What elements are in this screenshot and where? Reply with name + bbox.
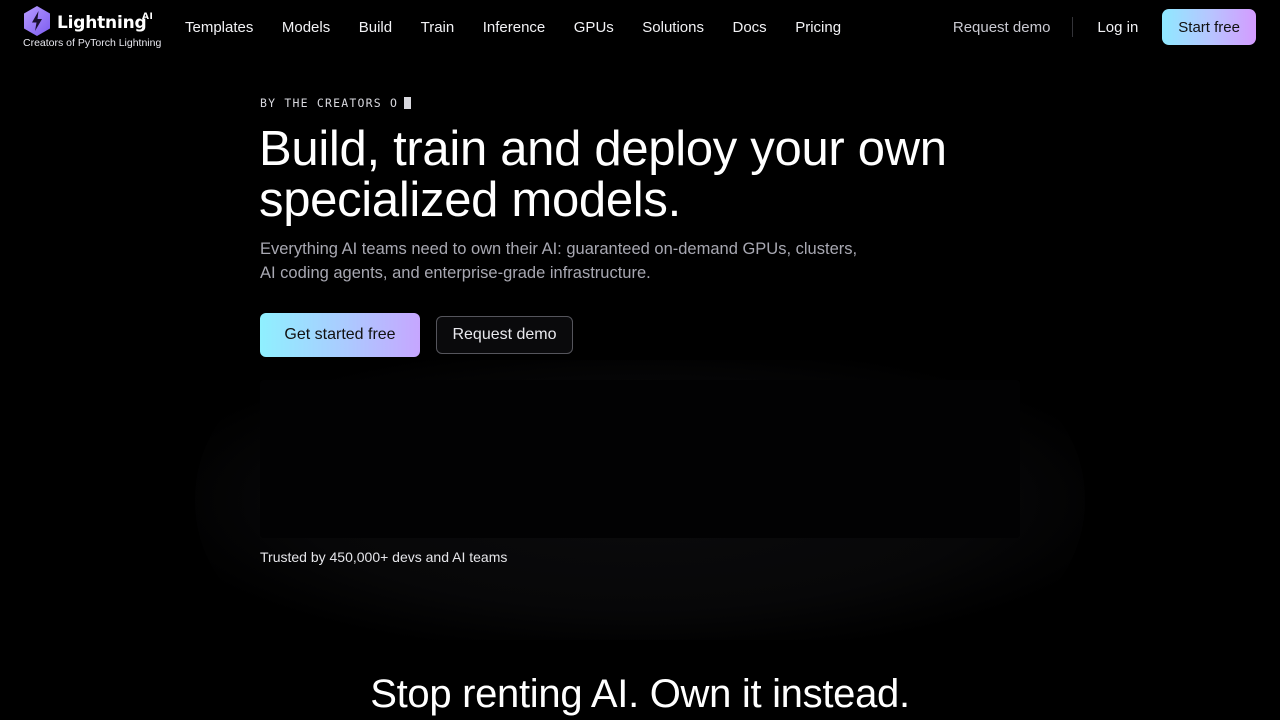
- nav-actions: Request demo Log in Start free: [953, 9, 1256, 45]
- nav-request-demo-link[interactable]: Request demo: [953, 19, 1051, 36]
- page: Lightning AI Creators of PyTorch Lightni…: [0, 0, 1280, 720]
- hero-title: Build, train and deploy your own special…: [259, 124, 1079, 226]
- nav-link-inference[interactable]: Inference: [483, 18, 546, 38]
- request-demo-button[interactable]: Request demo: [436, 316, 573, 354]
- logo-link[interactable]: Lightning AI Creators of PyTorch Lightni…: [23, 5, 163, 51]
- nav-link-models[interactable]: Models: [282, 18, 330, 38]
- hero-subtitle-line-2: AI coding agents, and enterprise-grade i…: [260, 264, 651, 282]
- login-link[interactable]: Log in: [1097, 19, 1138, 36]
- nav-link-gpus[interactable]: GPUs: [574, 18, 614, 38]
- hero-subtitle: Everything AI teams need to own their AI…: [260, 237, 880, 285]
- nav-divider: [1072, 17, 1074, 37]
- hero-title-line-1: Build, train and deploy your own: [259, 122, 947, 176]
- nav-link-train[interactable]: Train: [421, 18, 455, 38]
- lightning-logo-icon: [24, 6, 50, 36]
- get-started-free-button[interactable]: Get started free: [260, 313, 420, 357]
- hero-media-panel: [260, 380, 1020, 538]
- logo-tagline: Creators of PyTorch Lightning: [23, 37, 162, 49]
- hero-eyebrow: BY THE CREATORS O: [260, 96, 412, 110]
- top-navigation: Lightning AI Creators of PyTorch Lightni…: [0, 0, 1280, 57]
- logo-ai-badge: AI: [142, 12, 154, 22]
- nav-link-pricing[interactable]: Pricing: [795, 18, 841, 38]
- trusted-by-text: Trusted by 450,000+ devs and AI teams: [260, 549, 508, 565]
- hero-title-line-2: specialized models.: [259, 173, 681, 227]
- hero-eyebrow-text: BY THE CREATORS O: [260, 96, 399, 110]
- nav-link-build[interactable]: Build: [359, 18, 392, 38]
- logo-wordmark: Lightning: [57, 13, 147, 33]
- start-free-button[interactable]: Start free: [1162, 9, 1256, 45]
- nav-link-docs[interactable]: Docs: [733, 18, 767, 38]
- nav-links: Templates Models Build Train Inference G…: [185, 18, 870, 38]
- typing-cursor: [404, 97, 412, 109]
- hero-subtitle-line-1: Everything AI teams need to own their AI…: [260, 240, 858, 258]
- nav-link-solutions[interactable]: Solutions: [642, 18, 704, 38]
- section-title: Stop renting AI. Own it instead.: [370, 672, 910, 716]
- nav-link-templates[interactable]: Templates: [185, 18, 253, 38]
